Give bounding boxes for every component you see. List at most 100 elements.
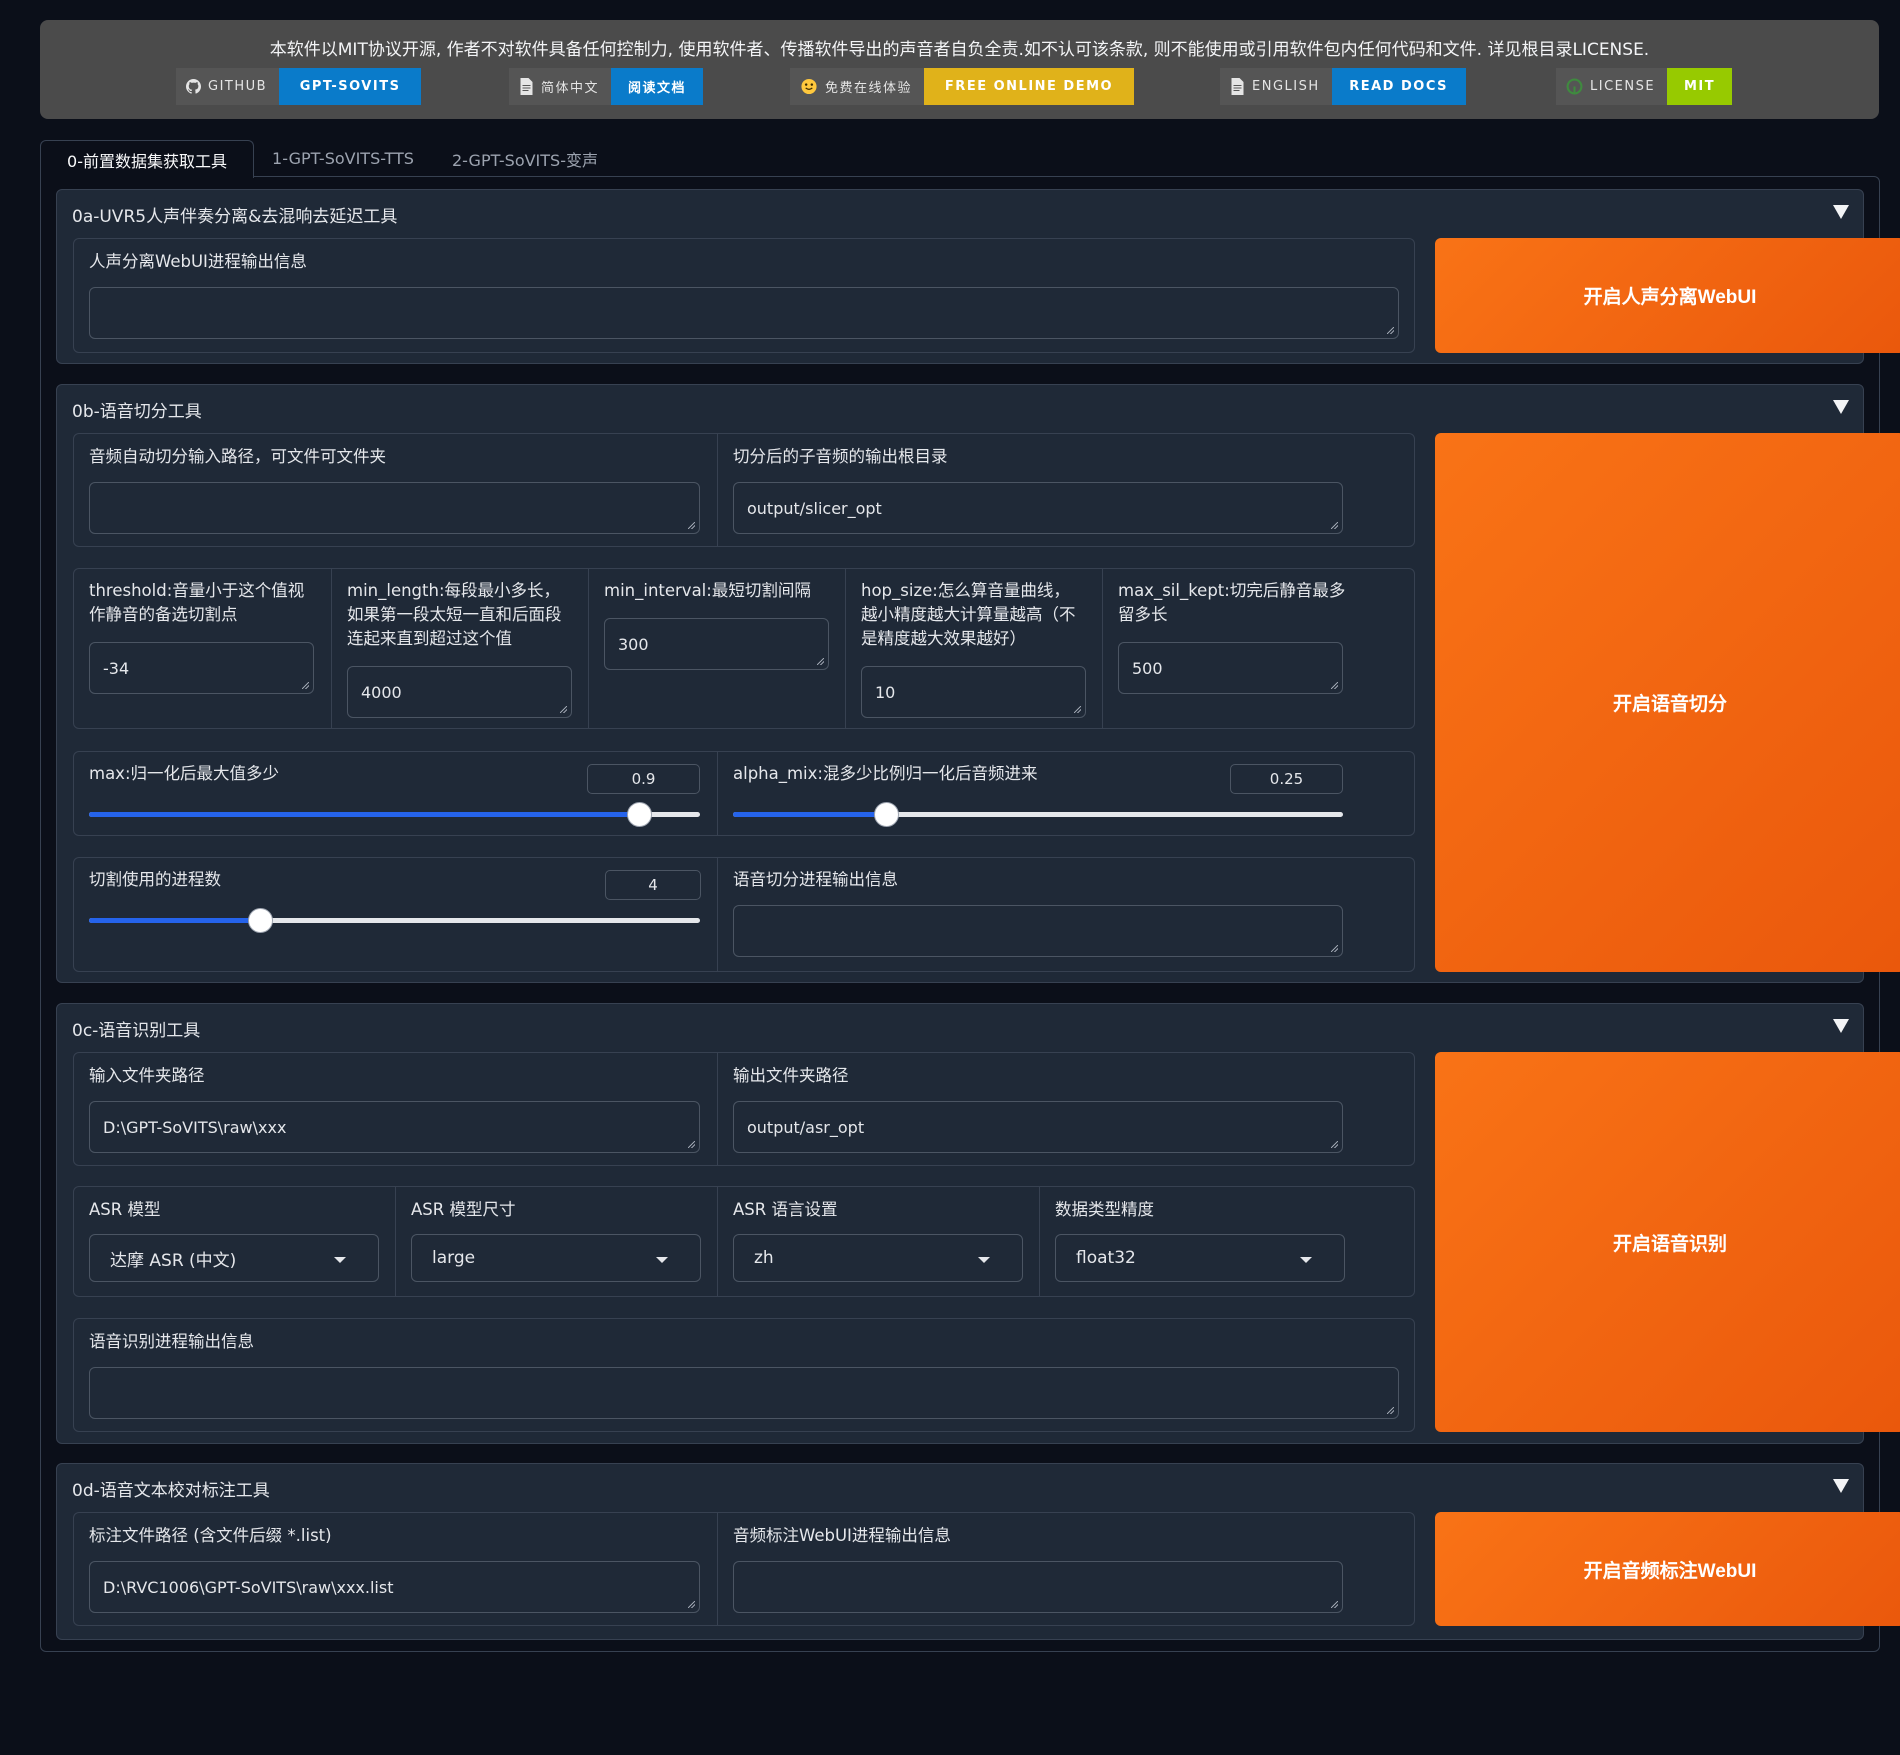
uvr5-output-textbox[interactable] [89,287,1399,339]
asr-log-textbox[interactable] [89,1367,1399,1419]
zh-docs-badge[interactable]: 简体中文 阅读文档 [509,68,704,105]
online-demo-badge[interactable]: 免费在线体验 FREE ONLINE DEMO [790,68,1135,105]
asr-lang-dropdown[interactable]: zh [733,1234,1023,1282]
labeler-title[interactable]: 0d-语音文本校对标注工具 [72,1476,270,1501]
alpha-slider[interactable] [733,802,1343,827]
slicer-sliders-row: max:归一化后最大值多少 0.9 alpha_mix:混多少比例归一化后音频进… [73,751,1415,836]
min-interval-label: min_interval:最短切割间隔 [604,581,811,600]
slider-fill [89,812,639,817]
uvr5-output-label: 人声分离WebUI进程输出信息 [89,252,307,271]
document-icon [520,78,533,95]
uvr5-section: 0a-UVR5人声伴奏分离&去混响去延迟工具 人声分离WebUI进程输出信息 开… [56,189,1900,364]
asr-input-path-field[interactable]: D:\GPT-SoVITS\raw\xxx [89,1101,700,1153]
collapse-icon[interactable] [1833,1019,1849,1033]
asr-lang-label: ASR 语言设置 [733,1200,838,1219]
min-interval-cell: min_interval:最短切割间隔 300 [589,569,845,728]
license-notice: 本软件以MIT协议开源, 作者不对软件具备任何控制力, 使用软件者、传播软件导出… [269,40,1650,60]
slicer-input-cell: 音频自动切分输入路径，可文件可文件夹 [74,434,717,546]
procs-cell: 切割使用的进程数 4 [74,858,717,971]
asr-log-block: 语音识别进程输出信息 [73,1318,1415,1432]
asr-output-label: 输出文件夹路径 [733,1066,849,1085]
asr-output-path-field[interactable]: output/asr_opt [733,1101,1343,1153]
max-sil-kept-field[interactable]: 500 [1118,642,1343,694]
labeler-path-cell: 标注文件路径 (含文件后缀 *.list) D:\RVC1006\GPT-SoV… [74,1513,717,1625]
threshold-field[interactable]: -34 [89,642,314,694]
open-uvr5-webui-button[interactable]: 开启人声分离WebUI [1435,238,1900,353]
slicer-input-label: 音频自动切分输入路径，可文件可文件夹 [89,447,386,466]
slider-thumb[interactable] [626,802,652,827]
hop-size-label: hop_size:怎么算音量曲线，越小精度越大计算量越高（不是精度越大效果越好） [861,581,1076,648]
slider-thumb[interactable] [248,908,274,933]
procs-number-input[interactable]: 4 [605,870,701,900]
asr-precision-cell: 数据类型精度 float32 [1040,1187,1414,1296]
asr-options-row: ASR 模型 达摩 ASR (中文) ASR 模型尺寸 large ASR 语言… [73,1186,1415,1297]
alpha-number-input[interactable]: 0.25 [1230,764,1343,794]
slicer-title[interactable]: 0b-语音切分工具 [72,397,202,422]
slicer-paths-row: 音频自动切分输入路径，可文件可文件夹 切分后的子音频的输出根目录 output/… [73,433,1415,547]
slicer-output-cell: 切分后的子音频的输出根目录 output/slicer_opt [718,434,1414,546]
hop-size-cell: hop_size:怎么算音量曲线，越小精度越大计算量越高（不是精度越大效果越好）… [846,569,1102,728]
alpha-slider-label: alpha_mix:混多少比例归一化后音频进来 [733,764,1038,783]
alpha-slider-cell: alpha_mix:混多少比例归一化后音频进来 0.25 [718,752,1414,835]
chevron-down-icon [1300,1257,1312,1263]
chevron-down-icon [656,1257,668,1263]
asr-model-dropdown[interactable]: 达摩 ASR (中文) [89,1234,379,1282]
slider-thumb[interactable] [873,802,899,827]
chevron-down-icon [334,1257,346,1263]
min-length-field[interactable]: 4000 [347,666,572,718]
github-icon [186,79,201,94]
slicer-params-row: threshold:音量小于这个值视作静音的备选切割点 -34 min_leng… [73,568,1415,729]
max-number-input[interactable]: 0.9 [587,764,700,794]
open-labeler-webui-button[interactable]: 开启音频标注WebUI [1435,1512,1900,1626]
license-banner: 本软件以MIT协议开源, 作者不对软件具备任何控制力, 使用软件者、传播软件导出… [40,20,1879,119]
uvr5-output-block: 人声分离WebUI进程输出信息 [73,238,1415,353]
asr-input-label: 输入文件夹路径 [89,1066,205,1085]
min-length-label: min_length:每段最小多长，如果第一段太短一直和后面段连起来直到超过这个… [347,581,562,648]
slicer-bottom-row: 切割使用的进程数 4 语音切分进程输出信息 [73,857,1415,972]
github-badge[interactable]: GITHUB GPT-SOVITS [176,68,422,105]
slicer-section: 0b-语音切分工具 音频自动切分输入路径，可文件可文件夹 切分后的子音频的输出根… [56,384,1900,983]
labeler-path-label: 标注文件路径 (含文件后缀 *.list) [89,1526,332,1545]
slicer-output-root-field[interactable]: output/slicer_opt [733,482,1343,534]
asr-title[interactable]: 0c-语音识别工具 [72,1016,200,1041]
hop-size-field[interactable]: 10 [861,666,1086,718]
slicer-output-log-cell: 语音切分进程输出信息 [718,858,1414,971]
asr-log-label: 语音识别进程输出信息 [89,1332,254,1351]
uvr5-title[interactable]: 0a-UVR5人声伴奏分离&去混响去延迟工具 [72,202,397,227]
min-length-cell: min_length:每段最小多长，如果第一段太短一直和后面段连起来直到超过这个… [332,569,588,728]
threshold-label: threshold:音量小于这个值视作静音的备选切割点 [89,581,305,624]
slicer-output-root-label: 切分后的子音频的输出根目录 [733,447,948,466]
threshold-cell: threshold:音量小于这个值视作静音的备选切割点 -34 [74,569,331,728]
asr-model-label: ASR 模型 [89,1200,161,1219]
procs-slider[interactable] [89,908,700,933]
labeler-log-label: 音频标注WebUI进程输出信息 [733,1526,951,1545]
labeler-log-textbox[interactable] [733,1561,1343,1613]
labeler-path-field[interactable]: D:\RVC1006\GPT-SoVITS\raw\xxx.list [89,1561,700,1613]
labeler-log-cell: 音频标注WebUI进程输出信息 [718,1513,1414,1625]
huggingface-icon [801,78,817,95]
collapse-icon[interactable] [1833,205,1849,219]
tab-tts[interactable]: 1-GPT-SoVITS-TTS [262,140,424,177]
tab-voice-change[interactable]: 2-GPT-SoVITS-变声 [440,140,610,177]
min-interval-field[interactable]: 300 [604,618,829,670]
max-sil-kept-label: max_sil_kept:切完后静音最多留多长 [1118,581,1346,624]
asr-input-cell: 输入文件夹路径 D:\GPT-SoVITS\raw\xxx [74,1053,717,1165]
tab-dataset-tools[interactable]: 0-前置数据集获取工具 [40,140,254,178]
slider-fill [89,918,261,923]
en-docs-badge[interactable]: ENGLISH READ DOCS [1220,68,1466,105]
start-asr-button[interactable]: 开启语音识别 [1435,1052,1900,1432]
collapse-icon[interactable] [1833,1479,1849,1493]
license-badge[interactable]: LICENSE MIT [1556,68,1733,105]
asr-lang-cell: ASR 语言设置 zh [718,1187,1039,1296]
start-slicing-button[interactable]: 开启语音切分 [1435,433,1900,972]
max-slider[interactable] [89,802,700,827]
slicer-input-path-field[interactable] [89,482,700,534]
max-slider-label: max:归一化后最大值多少 [89,764,280,783]
asr-size-dropdown[interactable]: large [411,1234,701,1282]
max-slider-cell: max:归一化后最大值多少 0.9 [74,752,717,835]
slicer-output-log-textbox[interactable] [733,905,1343,957]
chevron-down-icon [978,1257,990,1263]
collapse-icon[interactable] [1833,400,1849,414]
asr-paths-row: 输入文件夹路径 D:\GPT-SoVITS\raw\xxx 输出文件夹路径 ou… [73,1052,1415,1166]
asr-precision-dropdown[interactable]: float32 [1055,1234,1345,1282]
